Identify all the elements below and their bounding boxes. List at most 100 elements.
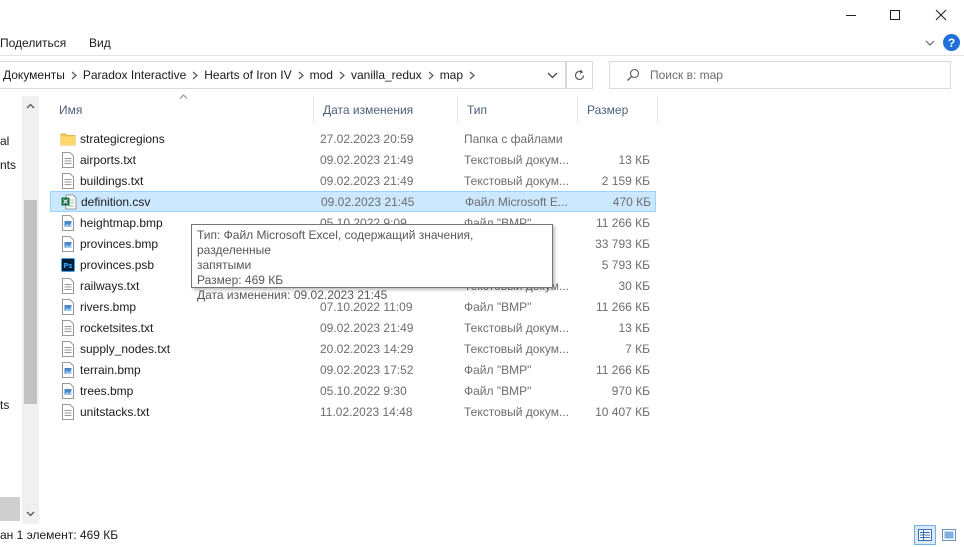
nav-selected-item[interactable] — [0, 497, 20, 521]
ribbon-tab-view[interactable]: Вид — [89, 36, 111, 50]
file-date: 20.02.2023 14:29 — [320, 341, 414, 356]
text-file-icon — [59, 149, 77, 170]
text-file-icon — [59, 401, 77, 422]
column-header-size[interactable]: Размер — [578, 96, 658, 123]
scrollbar-thumb[interactable] — [24, 200, 37, 404]
file-size: 7 КБ — [625, 341, 650, 356]
breadcrumb-item[interactable]: map — [440, 68, 463, 82]
file-type: Файл "BMP" — [464, 362, 532, 377]
address-history-button[interactable] — [540, 62, 564, 88]
chevron-down-icon — [925, 40, 935, 46]
close-icon — [935, 9, 947, 21]
file-row[interactable]: supply_nodes.txt 20.02.2023 14:29 Текстовы… — [50, 338, 656, 359]
file-row[interactable]: terrain.bmp 09.02.2023 17:52 Файл "BMP" 11 … — [50, 359, 656, 380]
file-date: 09.02.2023 21:49 — [320, 320, 414, 335]
file-name: definition.csv — [81, 194, 151, 209]
ribbon-tab-share[interactable]: Поделиться — [0, 36, 66, 50]
tooltip-type: Тип: Файл Microsoft Excel, содержащий зн… — [197, 228, 474, 257]
file-name: terrain.bmp — [80, 362, 141, 377]
minimize-icon — [846, 15, 856, 16]
file-row[interactable]: trees.bmp 05.10.2022 9:30 Файл "BMP" 970 КБ — [50, 380, 656, 401]
file-row[interactable]: unitstacks.txt 11.02.2023 14:48 Текстовый … — [50, 401, 656, 422]
file-row[interactable]: strategicregions 27.02.2023 20:59 Папка с … — [50, 128, 656, 149]
text-file-icon — [59, 275, 77, 296]
tooltip-date: Дата изменения: 09.02.2023 21:45 — [197, 288, 388, 302]
file-row[interactable]: definition.csv 09.02.2023 21:45 Файл Micro… — [50, 191, 656, 212]
file-size: 5 793 КБ — [601, 257, 650, 272]
chevron-right-icon[interactable] — [292, 71, 310, 80]
search-box[interactable] — [609, 61, 951, 89]
chevron-down-icon — [547, 72, 557, 78]
title-bar — [0, 0, 964, 30]
nav-item-fragment[interactable]: nts — [0, 158, 16, 172]
file-size: 10 407 КБ — [595, 404, 650, 419]
chevron-right-icon[interactable] — [65, 71, 83, 80]
folder-icon — [59, 128, 77, 149]
text-file-icon — [59, 317, 77, 338]
chevron-right-icon[interactable] — [333, 71, 351, 80]
file-type: Текстовый докум... — [464, 341, 569, 356]
minimize-button[interactable] — [828, 0, 874, 30]
maximize-button[interactable] — [872, 0, 918, 30]
breadcrumb-item[interactable]: vanilla_redux — [351, 68, 422, 82]
maximize-icon — [890, 10, 900, 20]
chevron-right-icon[interactable] — [186, 71, 204, 80]
ribbon-expand-button[interactable] — [922, 35, 938, 51]
column-header-date[interactable]: Дата изменения — [314, 96, 458, 123]
search-icon — [622, 68, 644, 82]
close-button[interactable] — [918, 0, 964, 30]
file-date: 05.10.2022 9:30 — [320, 383, 407, 398]
breadcrumb-item[interactable]: mod — [310, 68, 333, 82]
file-size: 30 КБ — [618, 278, 650, 293]
nav-item-fragment[interactable]: ts — [0, 398, 9, 412]
file-size: 470 КБ — [612, 194, 651, 209]
file-type: Папка с файлами — [464, 131, 563, 146]
file-size: 11 266 КБ — [595, 362, 650, 377]
file-size: 11 266 КБ — [595, 299, 650, 314]
navigation-pane: al nts ts — [0, 96, 39, 524]
excel-file-icon — [60, 191, 78, 212]
file-date: 27.02.2023 20:59 — [320, 131, 414, 146]
text-file-icon — [59, 170, 77, 191]
file-row[interactable]: airports.txt 09.02.2023 21:49 Текстовый до… — [50, 149, 656, 170]
file-name: rocketsites.txt — [80, 320, 154, 335]
tooltip-type-continued: запятыми — [197, 258, 252, 272]
file-date: 09.02.2023 21:49 — [320, 152, 414, 167]
nav-item-fragment[interactable]: al — [0, 134, 9, 148]
file-row[interactable]: buildings.txt 09.02.2023 21:49 Текстовый д… — [50, 170, 656, 191]
file-name: unitstacks.txt — [80, 404, 150, 419]
photoshop-file-icon: Ps — [59, 254, 77, 275]
file-name: strategicregions — [80, 131, 165, 146]
address-bar[interactable]: Документы Paradox Interactive Hearts of Ir… — [0, 61, 566, 89]
scroll-up-button[interactable] — [22, 98, 39, 114]
breadcrumb-item[interactable]: Документы — [3, 68, 65, 82]
chevron-right-icon[interactable] — [422, 71, 440, 80]
large-icons-view-button[interactable] — [938, 525, 960, 545]
file-date: 11.02.2023 14:48 — [320, 404, 413, 419]
file-size: 11 266 КБ — [595, 215, 650, 230]
details-view-button[interactable] — [914, 525, 936, 545]
bmp-file-icon — [59, 233, 77, 254]
file-size: 2 159 КБ — [601, 173, 650, 188]
column-header-name[interactable]: Имя — [50, 96, 314, 123]
scroll-down-button[interactable] — [22, 506, 39, 522]
text-file-icon — [59, 338, 77, 359]
tooltip-size: Размер: 469 КБ — [197, 273, 284, 287]
file-type: Текстовый докум... — [464, 173, 569, 188]
file-type: Файл "BMP" — [464, 383, 532, 398]
file-type: Текстовый докум... — [464, 320, 569, 335]
file-name: airports.txt — [80, 152, 137, 167]
file-row[interactable]: rocketsites.txt 09.02.2023 21:49 Текстовый… — [50, 317, 656, 338]
file-size: 13 КБ — [618, 320, 650, 335]
breadcrumb-item[interactable]: Hearts of Iron IV — [204, 68, 291, 82]
column-header-type[interactable]: Тип — [458, 96, 578, 123]
search-input[interactable] — [650, 68, 940, 82]
nav-scrollbar[interactable] — [22, 96, 39, 524]
breadcrumb-item[interactable]: Paradox Interactive — [83, 68, 186, 82]
help-icon[interactable]: ? — [943, 34, 960, 51]
file-type: Файл Microsoft E... — [465, 194, 568, 209]
file-date: 09.02.2023 21:49 — [320, 173, 414, 188]
column-headers: Имя Дата изменения Тип Размер — [50, 93, 662, 123]
chevron-right-icon[interactable] — [463, 71, 481, 80]
refresh-button[interactable] — [566, 61, 593, 89]
